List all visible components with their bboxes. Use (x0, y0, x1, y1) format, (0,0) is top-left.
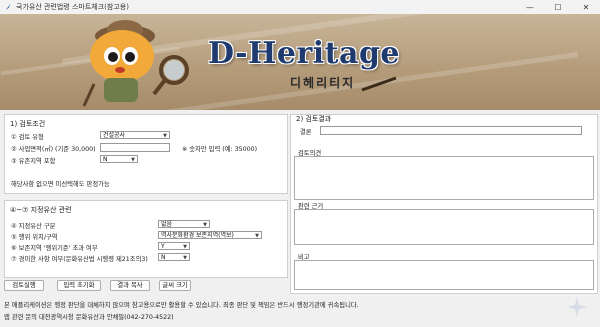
protect-label: ③ 유존지역 포함 (11, 158, 56, 165)
run-check-button[interactable]: 검토실행 (4, 280, 44, 291)
area-hint: ※ 숫자만 입력 (예: 35000) (182, 146, 258, 153)
maximize-button[interactable]: ☐ (544, 0, 572, 14)
chevron-down-icon: ▼ (203, 222, 207, 228)
chevron-down-icon: ▼ (183, 255, 187, 261)
logo-text: D-Heritage (208, 36, 401, 71)
chevron-down-icon: ▼ (163, 133, 167, 139)
section-result-title: 2) 검토결과 (296, 115, 332, 123)
logo-subtitle: 디헤리티지 (290, 76, 356, 90)
brush-decoration (361, 76, 397, 92)
minimize-button[interactable]: — (516, 0, 544, 14)
window-title: 국가유산 관련법령 스마트체크(참고용) (16, 3, 129, 11)
chevron-down-icon: ▼ (255, 233, 259, 239)
section1-title: 1) 검토조건 (10, 120, 46, 128)
copy-result-button[interactable]: 결과 복사 (110, 280, 150, 291)
area-label: ② 사업면적(㎡) (기준 30,000) (11, 146, 96, 153)
sparkle-icon (567, 297, 587, 317)
font-size-button[interactable]: 글씨 크기 (159, 280, 191, 291)
type-select[interactable]: 건설공사 ▼ (100, 131, 170, 139)
result-panel: 2) 검토결과 결론 검토의견 판련 근거 비고 (290, 114, 598, 294)
app-feather-icon (5, 3, 11, 11)
area-input[interactable] (100, 143, 170, 152)
title-bar: 국가유산 관련법령 스마트체크(참고용) — ☐ ✕ (0, 0, 600, 15)
contact-text: 앱 관련 문의 대전광역시청 문화유산과 안채필(042-270-4522) (4, 314, 174, 321)
q6-select[interactable]: Y ▼ (158, 242, 190, 250)
reset-input-button[interactable]: 입력 초기화 (57, 280, 101, 291)
conclusion-field[interactable] (320, 126, 582, 135)
protect-select[interactable]: N ▼ (100, 155, 138, 163)
conclusion-label: 결론 (300, 129, 312, 136)
type-label: ① 검토 유형 (11, 134, 44, 141)
q5-label: ⑤ 행위 위치/구역 (11, 234, 58, 241)
note-text: 해당사항 없으면 미선택해도 판정가능 (11, 181, 110, 188)
check-conditions-panel: 1) 검토조건 ① 검토 유형 건설공사 ▼ ② 사업면적(㎡) (기준 30,0… (4, 114, 288, 194)
disclaimer-text: 본 애플리케이션은 행정 판단을 대체하지 않으며 참고용으로만 활용할 수 있… (4, 302, 359, 309)
section2-title: ④~⑦ 지정유산 관련 (10, 206, 72, 214)
q7-label: ⑦ 경미한 사항 여부(문화유산법 시행령 제21조의3) (11, 256, 148, 263)
close-button[interactable]: ✕ (572, 0, 600, 14)
designated-heritage-panel: ④~⑦ 지정유산 관련 ④ 지정유산 구분 없음 ▼ ⑤ 행위 위치/구역 역사문… (4, 200, 288, 278)
mascot-illustration (82, 20, 189, 107)
q5-select[interactable]: 역사문화환경 보존지역(역보) ▼ (158, 231, 262, 239)
remark-textarea[interactable] (294, 260, 594, 290)
q7-select[interactable]: N ▼ (158, 253, 190, 261)
q4-select[interactable]: 없음 ▼ (158, 220, 210, 228)
q4-label: ④ 지정유산 구분 (11, 223, 56, 230)
banner-image: D-Heritage 디헤리티지 (0, 14, 600, 110)
chevron-down-icon: ▼ (131, 157, 135, 163)
opinion-textarea[interactable] (294, 156, 594, 200)
basis-textarea[interactable] (294, 209, 594, 245)
q6-label: ⑥ 보존지역 '행위기준' 초과 여부 (11, 245, 98, 252)
chevron-down-icon: ▼ (183, 244, 187, 250)
